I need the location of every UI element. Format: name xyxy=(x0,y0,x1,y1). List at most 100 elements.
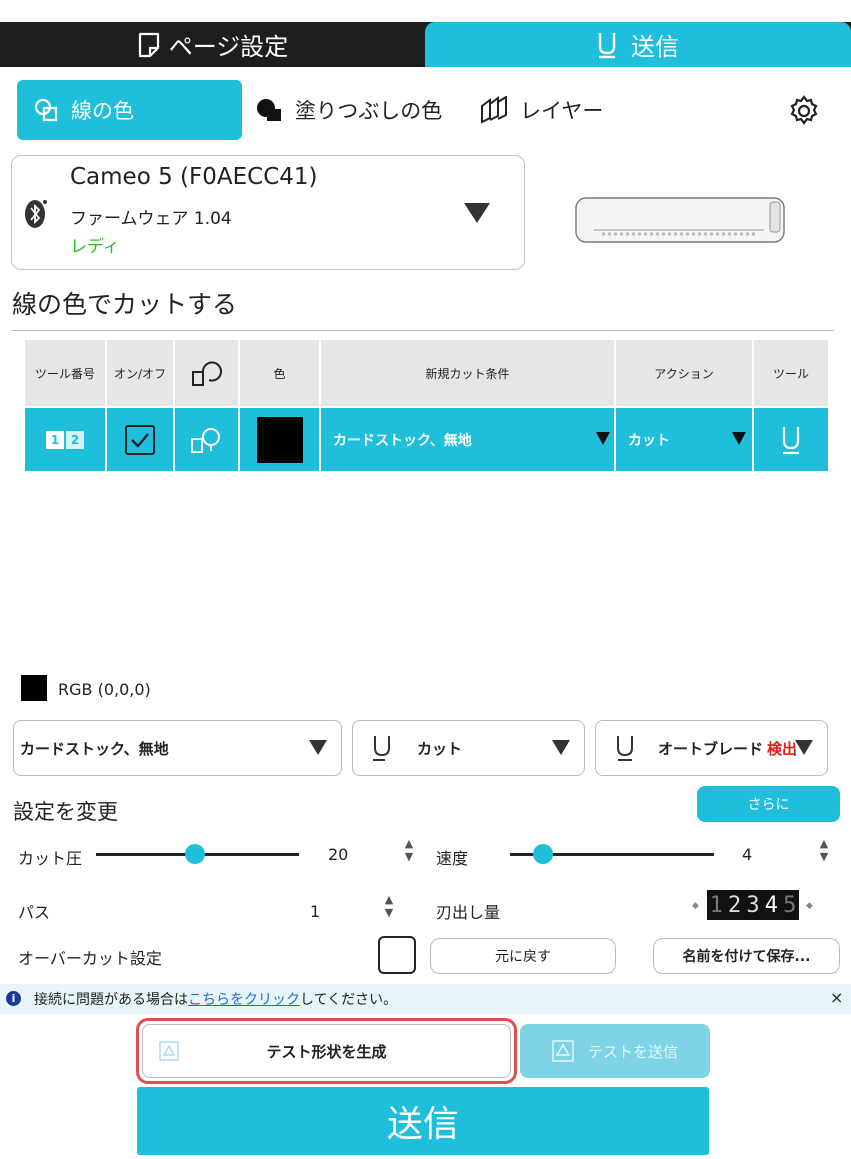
overcut-checkbox[interactable] xyxy=(378,936,416,974)
info-message: 接続に問題がある場合はこちらをクリックしてください。 xyxy=(34,989,397,1009)
blade-tool-icon xyxy=(598,32,616,58)
blade-depth-increase-icon[interactable]: ◆ xyxy=(806,901,813,911)
page-icon xyxy=(138,32,159,57)
force-value: 20 xyxy=(328,845,349,864)
cutter-machine-image xyxy=(575,197,785,243)
device-status: レディ xyxy=(70,237,120,257)
layer-icon xyxy=(481,96,507,124)
passes-label: パス xyxy=(18,903,51,922)
close-icon[interactable]: × xyxy=(830,988,843,1007)
tool-number-1: 1 xyxy=(46,430,64,449)
speed-value: 4 xyxy=(742,845,753,864)
header-tool-number: ツール番号 xyxy=(25,340,105,406)
header-color: 色 xyxy=(240,340,319,406)
action-value: カット xyxy=(628,432,670,449)
tab-send-label: 送信 xyxy=(631,33,679,61)
divider xyxy=(12,330,834,331)
blade-dropdown[interactable]: オートブレード 検出 xyxy=(595,720,828,776)
action-dropdown-value: カット xyxy=(417,739,463,758)
material-value: カードストック、無地 xyxy=(333,432,472,449)
blade-depth-digit-1: 1 xyxy=(709,892,723,918)
section-title: 線の色でカットする xyxy=(12,290,238,319)
blade-tool-icon xyxy=(373,736,390,761)
tab-page-settings[interactable]: ページ設定 xyxy=(0,22,425,67)
more-button[interactable]: さらに xyxy=(697,786,840,822)
table-row-tool-numbers[interactable]: 1 2 xyxy=(25,408,105,471)
fill-color-icon xyxy=(257,99,281,121)
table-row-on-off[interactable] xyxy=(107,408,173,471)
chevron-down-icon xyxy=(732,432,746,445)
header-on-off: オン/オフ xyxy=(107,340,173,406)
action-dropdown[interactable]: カット xyxy=(352,720,585,776)
subtab-line-color[interactable]: 線の色 xyxy=(17,80,242,140)
info-suffix: してください。 xyxy=(300,992,398,1008)
material-dropdown-value: カードストック、無地 xyxy=(20,739,169,758)
blade-tool-icon xyxy=(617,736,633,761)
tool-number-2: 2 xyxy=(66,430,84,449)
table-row-material-dropdown[interactable]: カードストック、無地 xyxy=(321,408,614,471)
table-row-action-dropdown[interactable]: カット xyxy=(616,408,752,471)
subtab-line-color-label: 線の色 xyxy=(71,99,134,123)
color-swatch xyxy=(256,416,303,463)
change-settings-title: 設定を変更 xyxy=(13,800,118,824)
generate-test-shape-button[interactable]: テスト形状を生成 xyxy=(142,1024,511,1078)
blade-dropdown-value: オートブレード xyxy=(658,739,764,758)
device-name: Cameo 5 (F0AECC41) xyxy=(70,164,318,190)
blade-depth-digit-2: 2 xyxy=(727,892,742,918)
blade-tool-icon xyxy=(782,426,800,454)
table-row-color[interactable] xyxy=(240,408,319,471)
send-button[interactable]: 送信 xyxy=(137,1087,709,1155)
title-strip xyxy=(0,0,851,22)
tab-send[interactable]: 送信 xyxy=(425,22,851,67)
table-row-tool[interactable] xyxy=(754,408,828,471)
subtab-fill-color[interactable]: 塗りつぶしの色 xyxy=(255,80,442,140)
speed-slider-knob[interactable] xyxy=(533,844,553,864)
blade-depth-digit-4: 4 xyxy=(764,892,778,918)
info-prefix: 接続に問題がある場合は xyxy=(34,992,188,1008)
checkbox-checked[interactable] xyxy=(124,424,156,456)
revert-button[interactable]: 元に戻す xyxy=(430,938,616,974)
speed-spinner[interactable]: ▲ ▼ xyxy=(817,837,831,863)
header-new-cut-condition: 新規カット条件 xyxy=(321,340,614,406)
send-test-button[interactable]: テストを送信 xyxy=(520,1024,710,1078)
passes-value: 1 xyxy=(310,902,321,921)
force-spinner[interactable]: ▲ ▼ xyxy=(402,837,416,863)
subtab-layer[interactable]: レイヤー xyxy=(478,80,603,140)
device-selector[interactable]: Cameo 5 (F0AECC41) ファームウェア 1.04 レディ xyxy=(11,155,525,270)
generate-test-shape-label: テスト形状を生成 xyxy=(266,1042,387,1061)
header-shape xyxy=(175,340,238,406)
info-icon: i xyxy=(6,991,21,1006)
rgb-swatch xyxy=(21,675,47,701)
blade-detected-status: 検出 xyxy=(767,739,798,758)
overcut-label: オーバーカット設定 xyxy=(18,949,162,968)
passes-spinner[interactable]: ▲ ▼ xyxy=(382,893,396,919)
save-as-button[interactable]: 名前を付けて保存... xyxy=(653,938,840,974)
blade-depth-digit-3: 3 xyxy=(746,892,760,918)
chevron-down-icon xyxy=(309,740,327,755)
gear-icon[interactable] xyxy=(787,94,821,128)
chevron-down-icon[interactable] xyxy=(464,203,490,223)
chevron-down-icon xyxy=(596,432,610,445)
shape-icon xyxy=(190,427,220,453)
material-dropdown[interactable]: カードストック、無地 xyxy=(13,720,342,776)
send-test-label: テストを送信 xyxy=(587,1042,678,1061)
header-action: アクション xyxy=(616,340,752,406)
blade-depth-label: 刃出し量 xyxy=(436,903,501,922)
header-tool: ツール xyxy=(754,340,828,406)
force-slider-knob[interactable] xyxy=(185,844,205,864)
shape-icon xyxy=(191,361,222,386)
table-row-shape[interactable] xyxy=(175,408,238,471)
rgb-label: RGB (0,0,0) xyxy=(58,680,151,699)
force-label: カット圧 xyxy=(18,849,83,868)
subtab-fill-color-label: 塗りつぶしの色 xyxy=(295,99,443,123)
line-color-icon xyxy=(34,98,58,122)
triangle-icon xyxy=(159,1041,179,1061)
chevron-down-icon xyxy=(795,740,813,755)
bluetooth-icon xyxy=(25,200,47,228)
blade-depth-digit-5: 5 xyxy=(783,892,797,918)
blade-depth-decrease-icon[interactable]: ◆ xyxy=(692,901,699,911)
blade-depth-dial[interactable]: 1 2 3 4 5 xyxy=(707,890,799,920)
chevron-down-icon xyxy=(552,740,570,755)
info-link[interactable]: こちらをクリック xyxy=(188,992,300,1008)
device-firmware: ファームウェア 1.04 xyxy=(70,209,232,229)
